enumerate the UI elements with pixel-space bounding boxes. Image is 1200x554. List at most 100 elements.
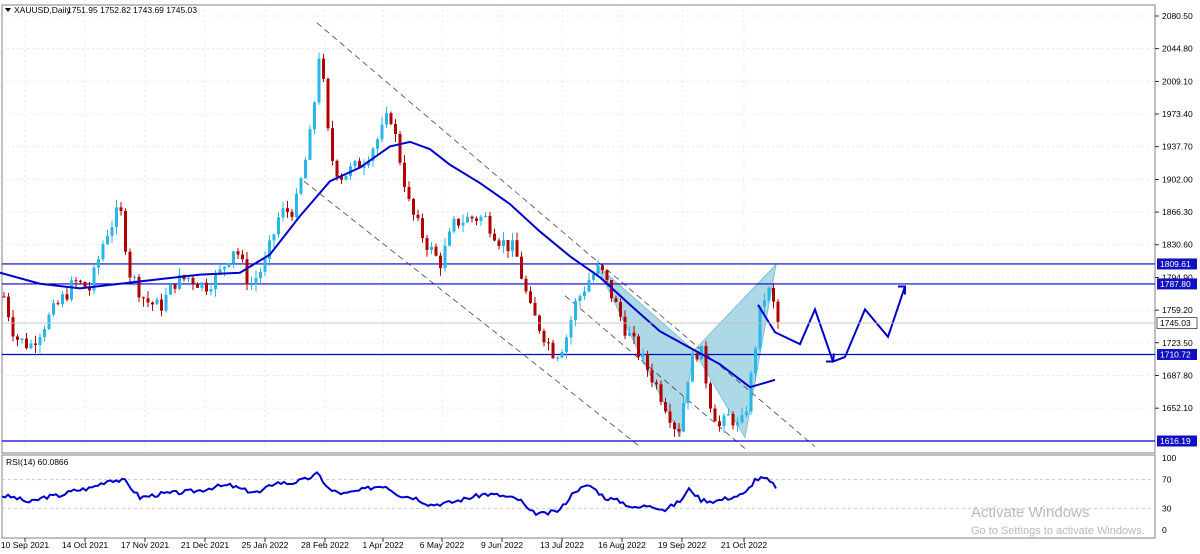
candle-body	[128, 251, 132, 278]
candle-body	[308, 129, 312, 160]
candle-body	[326, 78, 330, 129]
time-tick-label: 1 Apr 2022	[362, 540, 403, 550]
candle-body	[385, 113, 388, 125]
candle-body	[160, 299, 163, 311]
candle-body	[394, 123, 397, 135]
candle-body	[322, 58, 325, 79]
candle-body	[740, 415, 744, 423]
candle-body	[709, 383, 712, 409]
candle-body	[524, 278, 528, 292]
candle-body	[407, 187, 411, 199]
chart-canvas[interactable]: 2080.50 2044.80 2009.10 1973.40 1937.70 1902.…	[0, 0, 1200, 554]
candle-body	[218, 269, 222, 273]
candle-body	[592, 274, 595, 280]
candle-body	[389, 113, 393, 124]
candle-body	[511, 240, 514, 252]
candle-body	[196, 283, 199, 288]
price-tick-label: 1759.20	[1162, 305, 1193, 315]
candle-body	[133, 277, 136, 279]
candle-body	[353, 160, 357, 167]
price-tick-label: 1902.00	[1162, 174, 1193, 184]
candle-body	[601, 265, 604, 271]
candle-body	[457, 218, 460, 226]
candle-body	[200, 282, 204, 288]
ohlc-values: 1751.95 1752.82 1743.69 1745.03	[67, 5, 197, 15]
candle-body	[142, 297, 145, 299]
candle-body	[331, 128, 334, 161]
candle-body	[466, 216, 469, 223]
candle-body	[304, 159, 307, 179]
candle-body	[713, 408, 717, 422]
candle-body	[515, 240, 519, 257]
price-tick-label: 1830.60	[1162, 240, 1193, 250]
candle-body	[187, 277, 190, 280]
candle-body	[754, 348, 757, 374]
candle-body	[736, 422, 739, 426]
candle-body	[209, 289, 213, 292]
candle-body	[475, 218, 478, 221]
chart-header: XAUUSD,Daily 1751.95 1752.82 1743.69 174…	[5, 5, 197, 15]
candle-body	[191, 277, 195, 284]
candle-body	[232, 251, 235, 264]
candle-body	[682, 403, 685, 432]
candle-body	[677, 429, 681, 432]
candle-body	[259, 271, 262, 279]
candle-body	[151, 302, 154, 305]
candle-body	[119, 207, 123, 212]
candle-body	[767, 287, 771, 301]
candle-body	[506, 240, 510, 252]
rsi-tick-label: 70	[1162, 475, 1172, 485]
candle-body	[290, 211, 294, 217]
candle-body	[421, 218, 424, 239]
time-tick-label: 10 Sep 2021	[1, 540, 49, 550]
candle-body	[556, 357, 559, 359]
candle-body	[448, 231, 451, 246]
candle-body	[547, 342, 550, 344]
candle-body	[452, 218, 456, 232]
candle-body	[718, 421, 721, 426]
candle-body	[7, 296, 10, 318]
candle-body	[673, 422, 676, 430]
candle-body	[173, 284, 177, 289]
candle-body	[484, 215, 487, 217]
candle-body	[628, 332, 631, 336]
candle-body	[295, 193, 298, 217]
candle-body	[695, 353, 699, 360]
candle-body	[749, 373, 753, 412]
candle-body	[434, 246, 438, 256]
candle-body	[623, 316, 627, 336]
candle-body	[169, 284, 172, 295]
candle-body	[38, 336, 42, 346]
candle-body	[722, 415, 726, 426]
price-tick-label: 1723.50	[1162, 338, 1193, 348]
candle-body	[47, 314, 51, 329]
candle-body	[632, 332, 636, 337]
candle-body	[313, 102, 316, 130]
time-tick-label: 19 Sep 2022	[658, 540, 706, 550]
candle-body	[731, 413, 735, 426]
candle-body	[560, 351, 564, 358]
candle-body	[97, 259, 100, 268]
candle-body	[25, 338, 28, 349]
chart-title: XAUUSD,Daily	[14, 5, 71, 15]
candle-body	[583, 291, 586, 297]
candle-body	[146, 298, 150, 303]
candle-body	[619, 301, 622, 317]
price-tick-label: 1687.80	[1162, 370, 1193, 380]
candle-body	[227, 263, 231, 267]
candle-body	[403, 162, 406, 188]
candle-body	[641, 353, 645, 357]
candle-body	[272, 234, 276, 241]
watermark-line1: Activate Windows	[971, 504, 1089, 521]
candle-body	[29, 343, 33, 349]
candle-body	[106, 235, 109, 245]
candle-body	[250, 284, 253, 286]
candle-body	[245, 259, 249, 285]
candle-body	[236, 251, 240, 255]
price-tick-label: 2080.50	[1162, 11, 1193, 21]
candle-body	[137, 277, 141, 298]
candle-body	[461, 222, 465, 226]
rsi-tick-label: 100	[1162, 453, 1176, 463]
price-tick-label: 1937.70	[1162, 142, 1193, 152]
candle-body	[317, 58, 321, 103]
